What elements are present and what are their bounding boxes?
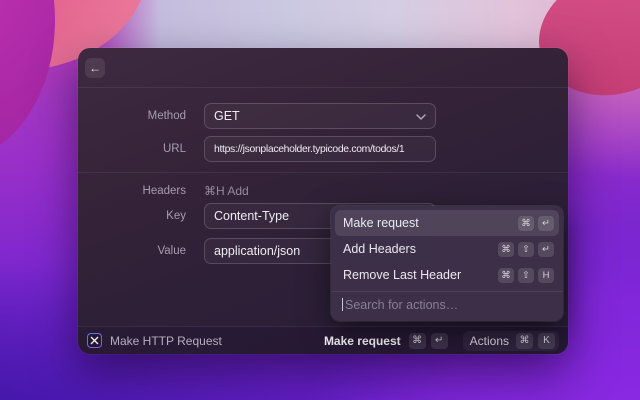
chevron-down-icon: [416, 109, 426, 123]
command-key-icon: ⌘: [516, 332, 533, 349]
url-input[interactable]: https://jsonplaceholder.typicode.com/tod…: [204, 136, 436, 162]
method-value: GET: [214, 109, 240, 123]
command-key-icon: ⌘: [498, 241, 514, 257]
back-arrow-icon: ←: [89, 61, 101, 75]
primary-action-label[interactable]: Make request: [324, 334, 401, 348]
return-key-icon: ↵: [538, 215, 554, 231]
command-key-icon: ⌘: [408, 332, 426, 349]
http-request-extension-icon: [87, 333, 102, 348]
key-label: Key: [166, 210, 186, 222]
shortcut-keys: ⌘ ⇧ H: [498, 267, 554, 283]
extension-title: Make HTTP Request: [110, 333, 222, 348]
value-label: Value: [157, 245, 186, 257]
actions-search: [331, 291, 563, 317]
headers-label: Headers: [142, 185, 186, 197]
method-select[interactable]: GET: [204, 103, 436, 129]
popup-item-remove-last-header[interactable]: Remove Last Header ⌘ ⇧ H: [335, 262, 559, 288]
method-row: Method GET: [78, 103, 568, 129]
headers-row: Headers ⌘H Add: [78, 184, 568, 198]
return-key-icon: ↵: [430, 332, 448, 349]
desktop: ← Method GET URL https://jsonplaceholder…: [0, 0, 640, 400]
popup-item-label: Remove Last Header: [343, 268, 462, 282]
command-key-icon: ⌘: [498, 267, 514, 283]
add-header-shortcut-hint[interactable]: ⌘H Add: [204, 184, 249, 198]
popup-item-add-headers[interactable]: Add Headers ⌘ ⇧ ↵: [335, 236, 559, 262]
command-key-icon: ⌘: [518, 215, 534, 231]
popup-item-make-request[interactable]: Make request ⌘ ↵: [335, 210, 559, 236]
url-value: https://jsonplaceholder.typicode.com/tod…: [214, 143, 405, 155]
actions-popup: Make request ⌘ ↵ Add Headers ⌘ ⇧ ↵ Remov…: [331, 206, 563, 321]
return-key-icon: ↵: [538, 241, 554, 257]
shift-key-icon: ⇧: [518, 267, 534, 283]
footer-actions: Make request ⌘ ↵ Actions ⌘ K: [324, 330, 559, 351]
h-key-icon: H: [538, 267, 554, 283]
k-key-icon: K: [538, 332, 555, 349]
window-header: ←: [78, 48, 568, 88]
actions-search-input[interactable]: [344, 297, 552, 312]
shortcut-keys: ⌘ ↵: [518, 215, 554, 231]
actions-button[interactable]: Actions ⌘ K: [462, 330, 559, 351]
text-cursor: [342, 298, 343, 311]
popup-item-label: Add Headers: [343, 242, 416, 256]
header-value-value: application/json: [214, 244, 301, 258]
form-divider: [78, 172, 568, 173]
popup-item-label: Make request: [343, 216, 419, 230]
back-button[interactable]: ←: [85, 58, 105, 78]
method-label: Method: [147, 110, 186, 122]
url-label: URL: [162, 143, 186, 155]
footer-bar: Make HTTP Request Make request ⌘ ↵ Actio…: [78, 326, 568, 354]
shortcut-keys: ⌘ ⇧ ↵: [498, 241, 554, 257]
actions-button-label: Actions: [469, 333, 509, 348]
header-key-value: Content-Type: [214, 209, 290, 223]
shift-key-icon: ⇧: [518, 241, 534, 257]
url-row: URL https://jsonplaceholder.typicode.com…: [78, 136, 568, 162]
